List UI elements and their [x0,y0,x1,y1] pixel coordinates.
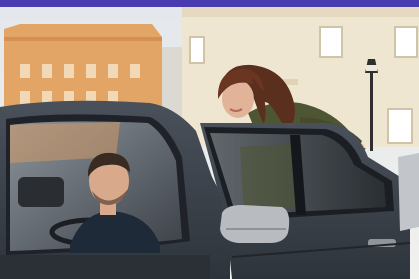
parked-car-right [398,153,419,231]
hero-image-frame [0,0,419,279]
hero-photo [0,7,419,279]
accent-bar [0,0,419,7]
